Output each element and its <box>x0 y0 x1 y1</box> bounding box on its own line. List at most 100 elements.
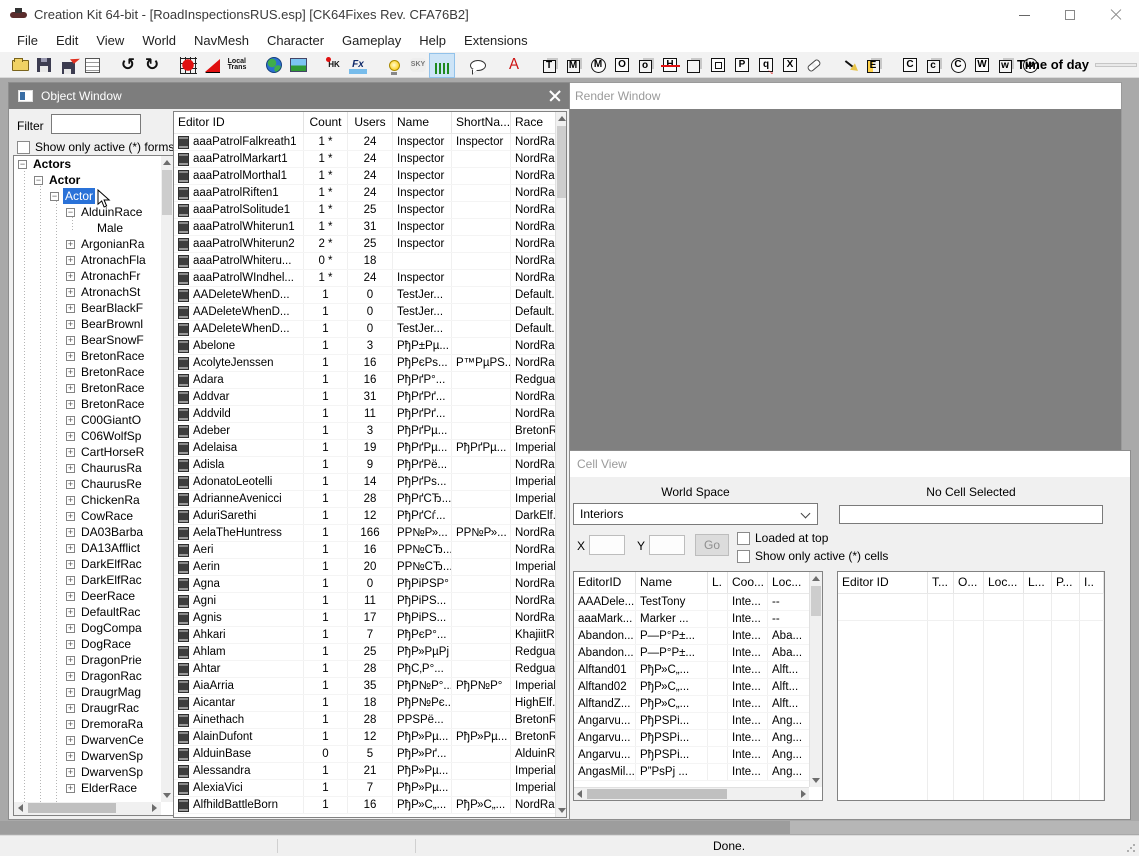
table-row[interactable]: aaaPatrolWhiterun22 *25InspectorNordRa. <box>174 236 555 253</box>
menu-view[interactable]: View <box>87 30 133 52</box>
tree-expander[interactable]: − <box>18 160 27 169</box>
scroll-right-icon[interactable] <box>152 804 157 812</box>
scroll-left-icon[interactable] <box>18 804 23 812</box>
scroll-up-icon[interactable] <box>163 160 171 165</box>
tree-item[interactable]: +DwarvenSp <box>14 748 161 764</box>
tree-expander[interactable]: + <box>66 336 75 345</box>
table-row[interactable]: Angarvu...РђРЅРі...Inte...Ang... <box>574 747 809 764</box>
spike-icon[interactable] <box>838 54 862 77</box>
scrollbar-thumb[interactable] <box>0 821 790 834</box>
tree-expander[interactable]: + <box>66 272 75 281</box>
table-row[interactable]: Adelaisa119РђРґРµ...РђРґРµ...Imperial. <box>174 440 555 457</box>
water-fx-icon[interactable]: Fx <box>346 54 370 77</box>
scroll-up-icon[interactable] <box>812 576 820 581</box>
tree-expander[interactable]: − <box>34 176 43 185</box>
cell-view-titlebar[interactable]: Cell View <box>565 451 1130 477</box>
show-active-cells-checkbox[interactable] <box>737 550 750 563</box>
tree-item[interactable]: +CowRace <box>14 508 161 524</box>
tree-expander[interactable]: + <box>66 576 75 585</box>
tree-item[interactable]: +DogRace <box>14 636 161 652</box>
cube-door-icon[interactable]: E <box>862 54 886 77</box>
close-button[interactable] <box>1093 0 1139 30</box>
tree-item[interactable]: −Actor <box>14 172 161 188</box>
circle-m-icon[interactable]: M <box>586 54 610 77</box>
show-active-forms-checkbox[interactable] <box>17 141 30 154</box>
square-h-icon[interactable]: H <box>658 54 682 77</box>
tree-item[interactable]: +DraugrMag <box>14 684 161 700</box>
table-row[interactable]: aaaMark...Marker ...Inte...-- <box>574 611 809 628</box>
tree-expander[interactable]: + <box>66 592 75 601</box>
cube-m-icon[interactable]: M <box>562 54 586 77</box>
tree-item[interactable]: +ElderRace <box>14 780 161 796</box>
table-row[interactable]: aaaPatrolFalkreath11 *24InspectorInspect… <box>174 134 555 151</box>
tree-item[interactable]: −Actor <box>14 188 161 204</box>
column-header[interactable]: P... <box>1052 572 1080 593</box>
y-coordinate-input[interactable] <box>649 535 685 555</box>
menu-extensions[interactable]: Extensions <box>455 30 537 52</box>
cells-table-vscrollbar[interactable] <box>809 572 822 787</box>
tree-expander[interactable]: + <box>66 720 75 729</box>
tree-expander[interactable]: + <box>66 448 75 457</box>
table-row[interactable]: AdrianneAvenicci128РђРґСЂ...Imperial. <box>174 491 555 508</box>
tree-item[interactable]: +C06WolfSp <box>14 428 161 444</box>
tree-item[interactable]: +ChickenRa <box>14 492 161 508</box>
redo-icon[interactable]: ↻ <box>140 54 164 77</box>
tree-item[interactable]: +DragonRac <box>14 668 161 684</box>
tree-expander[interactable]: + <box>66 480 75 489</box>
table-row[interactable]: Abandon...Р—Р°Р±...Inte...Aba... <box>574 645 809 662</box>
cube-c-icon[interactable]: c <box>922 54 946 77</box>
square-x-icon[interactable]: X <box>778 54 802 77</box>
table-row[interactable]: Aerin120Р­Р№СЂ...Imperial. <box>174 559 555 576</box>
tree-item[interactable]: +AtronachSt <box>14 284 161 300</box>
menu-edit[interactable]: Edit <box>47 30 87 52</box>
table-row[interactable]: AlfhildBattleBorn116РђР»С„...РђР»С„...No… <box>174 797 555 814</box>
tree-item[interactable]: +BearBlackF <box>14 300 161 316</box>
column-header[interactable]: Editor ID <box>838 572 928 593</box>
table-row[interactable]: Adara116РђРґР°...Redgua <box>174 372 555 389</box>
tree-item[interactable]: +DarkElfRac <box>14 572 161 588</box>
table-row[interactable]: AlduinBase05РђР»Рґ...AlduinR. <box>174 746 555 763</box>
table-row[interactable]: aaaPatrolWhiteru...0 *18NordRa. <box>174 253 555 270</box>
column-header[interactable]: EditorID <box>574 572 636 593</box>
tree-expander[interactable]: + <box>66 688 75 697</box>
tree-item[interactable]: +ChaurusRa <box>14 460 161 476</box>
square-q-icon[interactable]: q <box>754 54 778 77</box>
loaded-at-top-checkbox[interactable] <box>737 532 750 545</box>
tree-expander[interactable]: + <box>66 640 75 649</box>
mdi-hscrollbar[interactable] <box>0 821 1139 834</box>
cube-plain-icon[interactable] <box>682 54 706 77</box>
table-row[interactable]: Aicantar118РђР№Рє...HighElf.. <box>174 695 555 712</box>
menu-file[interactable]: File <box>8 30 47 52</box>
tree-expander[interactable]: + <box>66 416 75 425</box>
table-row[interactable]: AAADele...TestTonyInte...-- <box>574 594 809 611</box>
tree-expander[interactable]: + <box>66 672 75 681</box>
toggle-sky-icon[interactable]: SKY <box>406 54 430 77</box>
scroll-right-icon[interactable] <box>801 790 806 798</box>
cell-name-input[interactable] <box>839 505 1103 524</box>
tree-expander[interactable]: + <box>66 784 75 793</box>
column-header[interactable]: Users <box>348 112 393 133</box>
snap-to-grid-icon[interactable] <box>176 54 200 77</box>
tree-expander[interactable]: + <box>66 736 75 745</box>
menu-character[interactable]: Character <box>258 30 333 52</box>
preferences-icon[interactable] <box>80 54 104 77</box>
table-row[interactable]: Agna10РђРіРЅР°NordRa. <box>174 576 555 593</box>
table-row[interactable]: Ainethach128Р­РЅРё...BretonR <box>174 712 555 729</box>
column-header[interactable]: O... <box>954 572 984 593</box>
scrollbar-thumb[interactable] <box>28 803 116 813</box>
time-of-day-slider[interactable] <box>1095 63 1137 67</box>
menu-help[interactable]: Help <box>410 30 455 52</box>
tree-hscrollbar[interactable] <box>14 802 161 815</box>
tree-expander[interactable]: + <box>66 496 75 505</box>
table-row[interactable]: Abandon...Р—Р°Р±...Inte...Aba... <box>574 628 809 645</box>
scroll-down-icon[interactable] <box>163 793 171 798</box>
table-row[interactable]: aaaPatrolWIndhel...1 *24InspectorNordRa. <box>174 270 555 287</box>
tree-item[interactable]: +DA03Barba <box>14 524 161 540</box>
tree-item[interactable]: +DragonPrie <box>14 652 161 668</box>
column-header[interactable]: Editor ID <box>174 112 304 133</box>
object-window-close-icon[interactable] <box>549 90 561 102</box>
column-header[interactable]: I.. <box>1080 572 1104 593</box>
tree-expander[interactable]: + <box>66 608 75 617</box>
menu-gameplay[interactable]: Gameplay <box>333 30 410 52</box>
table-row[interactable]: AlftandZ...РђР»С„...Inte...Alft... <box>574 696 809 713</box>
